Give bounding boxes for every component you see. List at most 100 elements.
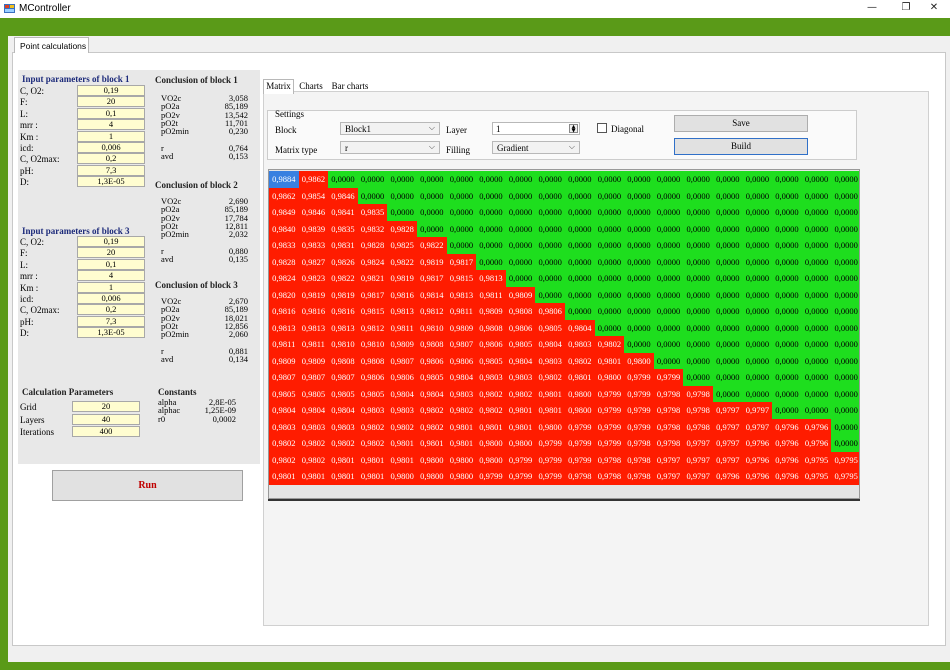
matrix-cell[interactable]: 0,9800 <box>387 468 417 485</box>
matrix-cell[interactable]: 0,0000 <box>831 336 859 353</box>
matrix-cell[interactable]: 0,9798 <box>624 451 654 468</box>
matrix-cell[interactable]: 0,0000 <box>624 237 654 254</box>
matrix-cell[interactable]: 0,0000 <box>772 187 802 204</box>
matrix-cell[interactable]: 0,0000 <box>594 253 625 270</box>
matrix-cell[interactable]: 0,9796 <box>742 468 773 485</box>
matrix-cell[interactable]: 0,0000 <box>653 171 684 188</box>
matrix-cell[interactable]: 0,0000 <box>505 204 536 221</box>
tab-bar-charts[interactable]: Bar charts <box>328 80 372 93</box>
matrix-cell[interactable]: 0,9835 <box>357 204 388 221</box>
matrix-cell[interactable]: 0,9803 <box>357 402 388 419</box>
matrix-cell[interactable]: 0,9796 <box>772 435 802 452</box>
matrix-cell[interactable]: 0,0000 <box>594 187 625 204</box>
matrix-cell[interactable]: 0,9801 <box>446 435 477 452</box>
matrix-cell[interactable]: 0,0000 <box>535 171 565 188</box>
matrix-cell[interactable]: 0,9800 <box>565 385 595 402</box>
matrix-cell[interactable]: 0,0000 <box>683 369 713 386</box>
matrix-cell[interactable]: 0,9796 <box>772 418 802 435</box>
matrix-cell[interactable]: 0,9809 <box>446 319 477 336</box>
matrix-cell[interactable]: 0,9802 <box>269 451 299 468</box>
calc-param-field[interactable]: 400 <box>72 426 140 437</box>
matrix-cell[interactable]: 0,9798 <box>683 385 713 402</box>
matrix-cell[interactable]: 0,0000 <box>713 286 743 303</box>
matrix-cell[interactable]: 0,0000 <box>742 286 773 303</box>
block3-param-field[interactable]: 0,1 <box>77 258 145 270</box>
matrix-cell[interactable]: 0,9799 <box>565 435 595 452</box>
matrix-cell[interactable]: 0,9808 <box>328 352 358 369</box>
matrix-cell[interactable]: 0,0000 <box>505 187 536 204</box>
matrix-cell[interactable]: 0,0000 <box>831 237 859 254</box>
matrix-cell[interactable]: 0,0000 <box>505 171 536 188</box>
matrix-cell[interactable]: 0,9800 <box>476 451 506 468</box>
matrix-cell[interactable]: 0,0000 <box>742 171 773 188</box>
matrix-cell[interactable]: 0,9828 <box>357 237 388 254</box>
matrix-cell[interactable]: 0,9813 <box>476 270 506 287</box>
matrix-cell[interactable]: 0,9797 <box>713 451 743 468</box>
minimize-button[interactable]: — <box>864 2 880 13</box>
matrix-cell[interactable]: 0,9812 <box>357 319 388 336</box>
matrix-cell[interactable]: 0,9813 <box>387 303 417 320</box>
matrix-cell[interactable]: 0,0000 <box>801 171 832 188</box>
matrix-cell[interactable]: 0,9840 <box>269 220 299 237</box>
matrix-cell[interactable]: 0,0000 <box>801 270 832 287</box>
matrix-cell[interactable]: 0,9797 <box>713 402 743 419</box>
matrix-cell[interactable]: 0,9862 <box>269 187 299 204</box>
matrix-cell[interactable]: 0,9800 <box>446 451 477 468</box>
matrix-cell[interactable]: 0,0000 <box>772 220 802 237</box>
matrix-cell[interactable]: 0,9800 <box>417 468 447 485</box>
matrix-cell[interactable]: 0,0000 <box>565 204 595 221</box>
matrix-cell[interactable]: 0,9800 <box>594 369 625 386</box>
matrix-cell[interactable]: 0,0000 <box>831 402 859 419</box>
matrix-cell[interactable]: 0,9798 <box>653 402 684 419</box>
matrix-cell[interactable]: 0,9805 <box>417 369 447 386</box>
matrix-cell[interactable]: 0,9814 <box>417 286 447 303</box>
matrix-cell[interactable]: 0,9798 <box>653 385 684 402</box>
matrix-cell[interactable]: 0,0000 <box>476 220 506 237</box>
matrix-cell[interactable]: 0,0000 <box>565 220 595 237</box>
matrix-cell[interactable]: 0,9817 <box>446 253 477 270</box>
matrix-cell[interactable]: 0,9799 <box>624 418 654 435</box>
matrix-cell[interactable]: 0,9797 <box>653 451 684 468</box>
matrix-cell[interactable]: 0,0000 <box>742 336 773 353</box>
matrix-cell[interactable]: 0,9817 <box>357 286 388 303</box>
matrix-cell[interactable]: 0,0000 <box>683 270 713 287</box>
matrix-cell[interactable]: 0,0000 <box>476 171 506 188</box>
matrix-cell[interactable]: 0,9804 <box>417 385 447 402</box>
matrix-cell[interactable]: 0,9809 <box>269 352 299 369</box>
matrix-cell[interactable]: 0,0000 <box>683 237 713 254</box>
matrix-cell[interactable]: 0,9798 <box>565 468 595 485</box>
matrix-cell[interactable]: 0,0000 <box>624 171 654 188</box>
matrix-cell[interactable]: 0,0000 <box>535 220 565 237</box>
matrix-cell[interactable]: 0,0000 <box>683 187 713 204</box>
matrix-cell[interactable]: 0,0000 <box>565 286 595 303</box>
matrix-cell[interactable]: 0,0000 <box>387 204 417 221</box>
matrix-cell[interactable]: 0,9835 <box>328 220 358 237</box>
matrix-cell[interactable]: 0,9816 <box>269 303 299 320</box>
matrix-cell[interactable]: 0,9806 <box>476 336 506 353</box>
matrix-cell[interactable]: 0,0000 <box>801 352 832 369</box>
matrix-cell[interactable]: 0,9795 <box>801 468 832 485</box>
matrix-cell[interactable]: 0,9811 <box>476 286 506 303</box>
matrix-cell[interactable]: 0,9796 <box>742 435 773 452</box>
matrix-cell[interactable]: 0,9803 <box>328 418 358 435</box>
matrix-cell[interactable]: 0,9822 <box>387 253 417 270</box>
matrix-cell[interactable]: 0,9806 <box>357 369 388 386</box>
matrix-cell[interactable]: 0,0000 <box>801 253 832 270</box>
block1-param-field[interactable]: 7,3 <box>77 164 145 176</box>
matrix-cell[interactable]: 0,0000 <box>653 352 684 369</box>
matrix-cell[interactable]: 0,9802 <box>298 451 329 468</box>
matrix-cell[interactable]: 0,0000 <box>801 286 832 303</box>
matrix-cell[interactable]: 0,0000 <box>328 171 358 188</box>
block3-param-field[interactable]: 0,2 <box>77 304 145 316</box>
matrix-cell[interactable]: 0,0000 <box>713 303 743 320</box>
matrix-cell[interactable]: 0,0000 <box>683 220 713 237</box>
matrix-cell[interactable]: 0,9813 <box>328 319 358 336</box>
build-button[interactable]: Build <box>674 138 808 155</box>
matrix-cell[interactable]: 0,0000 <box>772 336 802 353</box>
matrix-cell[interactable]: 0,9862 <box>298 171 329 188</box>
matrix-cell[interactable]: 0,0000 <box>594 303 625 320</box>
block-select[interactable]: Block1 ⌵ <box>340 122 440 135</box>
matrix-cell[interactable]: 0,9798 <box>683 402 713 419</box>
block3-param-field[interactable]: 20 <box>77 247 145 259</box>
matrix-cell[interactable]: 0,0000 <box>565 187 595 204</box>
